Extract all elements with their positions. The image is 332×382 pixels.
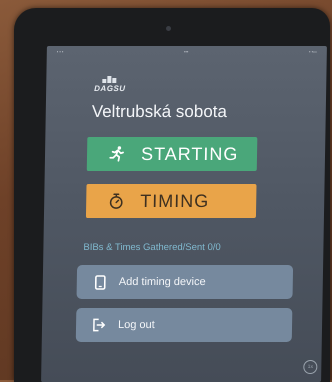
timing-button[interactable]: TIMING — [86, 184, 257, 218]
corner-badge[interactable]: 1x — [303, 360, 317, 374]
starting-label: STARTING — [141, 144, 239, 165]
add-timing-device-button[interactable]: Add timing device — [77, 265, 294, 299]
front-camera — [166, 26, 171, 31]
starting-button[interactable]: STARTING — [87, 137, 258, 171]
status-bar-center: ▪▪▪ — [184, 49, 188, 54]
tablet-device: ▪ ▪ ▪ ▪▪▪ ▪ ▪▭ DAGSU Veltrubská sobota S… — [14, 8, 330, 382]
dagsu-logo: DAGSU — [94, 76, 128, 98]
logo-bars-icon — [102, 76, 128, 83]
page-title: Veltrubská sobota — [92, 102, 228, 122]
status-bar-left: ▪ ▪ ▪ — [57, 49, 64, 54]
add-timing-device-label: Add timing device — [119, 276, 206, 288]
phone-icon — [93, 274, 107, 290]
logout-button[interactable]: Log out — [76, 308, 293, 342]
stopwatch-icon — [106, 191, 126, 211]
sync-status-text: BIBs & Times Gathered/Sent 0/0 — [83, 242, 220, 253]
logout-label: Log out — [118, 319, 155, 331]
app-screen: ▪ ▪ ▪ ▪▪▪ ▪ ▪▭ DAGSU Veltrubská sobota S… — [41, 46, 327, 382]
timing-label: TIMING — [140, 191, 209, 212]
logo-text: DAGSU — [94, 84, 128, 93]
running-person-icon — [107, 144, 127, 164]
logout-icon — [92, 317, 106, 333]
status-bar: ▪ ▪ ▪ ▪▪▪ ▪ ▪▭ — [47, 46, 327, 56]
status-bar-right: ▪ ▪▭ — [309, 49, 317, 54]
